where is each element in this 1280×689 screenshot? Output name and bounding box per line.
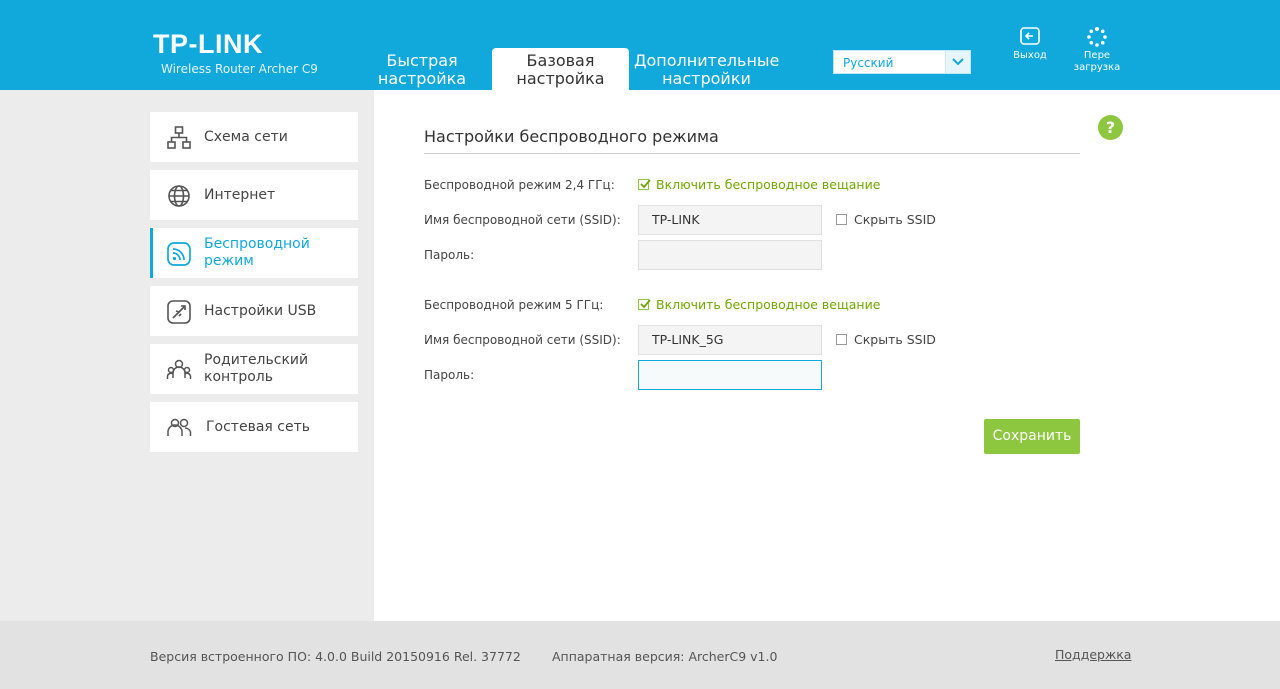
firmware-version: Версия встроенного ПО: 4.0.0 Build 20150… xyxy=(150,649,521,664)
tab-basic-setup-line1: Базовая xyxy=(526,51,595,70)
sidebar-item-network-map[interactable]: Схема сети xyxy=(150,112,358,162)
sidebar-item-parental-label-line2: контроль xyxy=(204,369,273,385)
logout-icon xyxy=(1020,27,1040,45)
sidebar-item-internet[interactable]: Интернет xyxy=(150,170,358,220)
reboot-button[interactable]: Пере загрузка xyxy=(1070,26,1124,74)
language-select[interactable]: Русский xyxy=(833,50,971,74)
band5-ssid-input[interactable]: TP-LINK_5G xyxy=(638,325,822,355)
band5-mode-label: Беспроводной режим 5 ГГц: xyxy=(424,298,604,312)
tab-quick-setup-line2: настройка xyxy=(377,69,467,88)
band24-enable-label: Включить беспроводное вещание xyxy=(656,177,881,192)
tab-quick-setup-line1: Быстрая xyxy=(386,51,458,70)
tab-quick-setup[interactable]: Быстрая настройка xyxy=(370,52,474,88)
help-button[interactable]: ? xyxy=(1098,115,1123,140)
band5-enable-label: Включить беспроводное вещание xyxy=(656,297,881,312)
checkbox-checked-icon xyxy=(638,179,651,190)
band24-mode-label: Беспроводной режим 2,4 ГГц: xyxy=(424,178,615,192)
tp-link-logo: TP-LINK xyxy=(153,29,263,59)
band24-password-label: Пароль: xyxy=(424,248,475,262)
sidebar-item-guest-network[interactable]: Гостевая сеть xyxy=(150,402,358,452)
tab-basic-setup[interactable]: Базовая настройка xyxy=(492,48,629,90)
main-panel xyxy=(374,90,1280,621)
chevron-down-icon xyxy=(945,51,970,73)
sidebar-item-wireless[interactable]: Беспроводной режим xyxy=(150,228,358,278)
band5-ssid-label: Имя беспроводной сети (SSID): xyxy=(424,333,621,347)
sidebar-item-usb-label: Настройки USB xyxy=(204,303,317,319)
tab-advanced-settings[interactable]: Дополнительные настройки xyxy=(634,52,779,88)
band5-password-input[interactable] xyxy=(638,360,822,390)
band5-password-label: Пароль: xyxy=(424,368,475,382)
band5-hide-ssid-label: Скрыть SSID xyxy=(854,332,936,347)
sidebar-item-usb[interactable]: Настройки USB xyxy=(150,286,358,336)
checkbox-unchecked-icon xyxy=(836,214,847,225)
router-model-subtitle: Wireless Router Archer C9 xyxy=(161,62,318,76)
tab-advanced-settings-line2: настройки xyxy=(662,69,751,88)
sidebar-item-wireless-label-line1: Беспроводной xyxy=(204,236,310,252)
tab-advanced-settings-line1: Дополнительные xyxy=(634,51,780,70)
support-link[interactable]: Поддержка xyxy=(1055,648,1131,662)
parental-icon xyxy=(166,359,192,379)
checkbox-checked-icon xyxy=(638,299,651,310)
band24-password-input[interactable] xyxy=(638,240,822,270)
sidebar-item-parental-control[interactable]: Родительский контроль xyxy=(150,344,358,394)
logout-button[interactable]: Выход xyxy=(1009,26,1051,62)
network-map-icon xyxy=(167,126,191,149)
globe-icon xyxy=(168,185,190,207)
save-button[interactable]: Сохранить xyxy=(984,419,1080,454)
checkbox-unchecked-icon xyxy=(836,334,847,345)
sidebar-item-wireless-label-line2: режим xyxy=(204,253,254,269)
logout-label: Выход xyxy=(1013,50,1047,61)
hardware-version: Аппаратная версия: ArcherC9 v1.0 xyxy=(552,649,778,664)
sidebar-item-parental-label-line1: Родительский xyxy=(204,352,309,368)
band24-ssid-label: Имя беспроводной сети (SSID): xyxy=(424,213,621,227)
usb-icon xyxy=(167,300,191,324)
page-title: Настройки беспроводного режима xyxy=(424,127,719,146)
band24-hide-ssid-label: Скрыть SSID xyxy=(854,212,936,227)
sidebar-item-network-map-label: Схема сети xyxy=(204,129,288,145)
guest-icon xyxy=(167,418,192,436)
title-divider xyxy=(424,153,1080,154)
wireless-icon xyxy=(167,242,191,266)
reboot-icon xyxy=(1087,27,1107,47)
reboot-label-line1: Пере xyxy=(1083,50,1111,61)
sidebar-item-internet-label: Интернет xyxy=(204,187,276,203)
language-select-value: Русский xyxy=(843,56,894,70)
sidebar-item-guest-label: Гостевая сеть xyxy=(206,419,310,435)
tab-basic-setup-line2: настройка xyxy=(516,69,605,88)
reboot-label-line2: загрузка xyxy=(1073,62,1121,73)
band24-ssid-input[interactable]: TP-LINK xyxy=(638,205,822,235)
